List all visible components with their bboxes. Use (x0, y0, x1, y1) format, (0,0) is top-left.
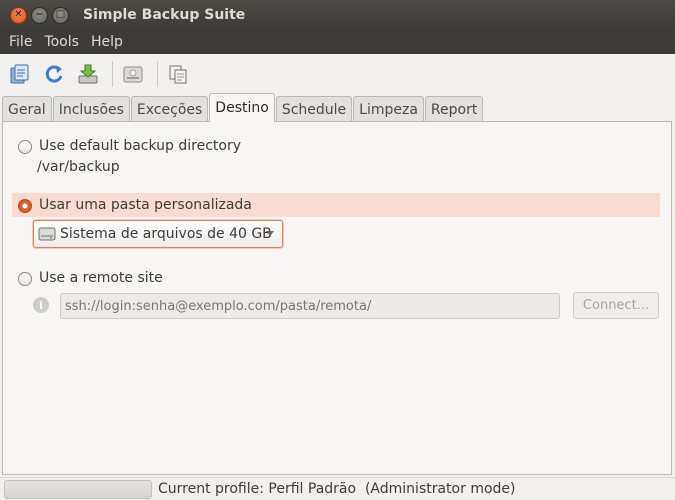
menu-file[interactable]: File (3, 34, 38, 50)
current-profile-status: Current profile: Perfil Padrão (Administ… (158, 481, 516, 497)
default-directory-radio[interactable] (18, 140, 32, 154)
window-controls: ✕ − □ (10, 6, 69, 24)
save-config-button[interactable] (8, 62, 32, 86)
custom-folder-label[interactable]: Usar uma pasta personalizada (39, 197, 252, 213)
tab-excecoes[interactable]: Exceções (130, 96, 209, 122)
backup-now-icon (78, 64, 98, 84)
custom-folder-dropdown[interactable]: Sistema de arquivos de 40 GB (33, 220, 283, 248)
toolbar (0, 54, 675, 94)
remote-site-radio[interactable] (18, 272, 32, 286)
tab-geral[interactable]: Geral (2, 96, 52, 122)
status-bar: Current profile: Perfil Padrão (Administ… (0, 477, 675, 500)
backup-progress-bar (4, 480, 152, 499)
title-bar: ✕ − □ Simple Backup Suite (0, 0, 675, 30)
connect-button[interactable]: Connect... (573, 292, 659, 319)
tab-schedule[interactable]: Schedule (275, 96, 353, 122)
close-window-button[interactable]: ✕ (10, 6, 27, 24)
tab-report[interactable]: Report (424, 96, 484, 122)
menu-tools[interactable]: Tools (38, 34, 85, 50)
save-config-icon (10, 64, 29, 84)
remote-site-label[interactable]: Use a remote site (39, 270, 163, 286)
custom-folder-radio[interactable] (18, 199, 32, 213)
drive-icon (38, 227, 56, 241)
default-directory-label[interactable]: Use default backup directory (39, 138, 241, 154)
remote-url-input[interactable] (60, 293, 560, 319)
copy-profile-button[interactable] (166, 62, 190, 86)
backup-now-button[interactable] (76, 62, 100, 86)
tab-destino[interactable]: Destino (209, 93, 275, 122)
restore-icon (123, 66, 143, 83)
menu-bar: File Tools Help (0, 30, 675, 54)
chevron-down-icon (266, 231, 274, 236)
refresh-icon (45, 65, 63, 83)
menu-help[interactable]: Help (85, 34, 129, 50)
copy-profile-icon (169, 65, 187, 84)
tab-bar: Geral Inclusões Exceções Destino Schedul… (2, 93, 484, 122)
window-title: Simple Backup Suite (83, 7, 246, 23)
minimize-window-button[interactable]: − (31, 6, 48, 24)
refresh-button[interactable] (42, 62, 66, 86)
default-directory-path: /var/backup (37, 159, 120, 175)
toolbar-separator (157, 61, 158, 87)
tab-inclusoes[interactable]: Inclusões (52, 96, 130, 122)
custom-folder-value: Sistema de arquivos de 40 GB (60, 226, 272, 242)
maximize-window-button[interactable]: □ (52, 6, 69, 24)
toolbar-separator (112, 61, 113, 87)
info-icon: i (33, 297, 49, 313)
tab-limpeza[interactable]: Limpeza (353, 96, 424, 122)
restore-button[interactable] (121, 62, 145, 86)
